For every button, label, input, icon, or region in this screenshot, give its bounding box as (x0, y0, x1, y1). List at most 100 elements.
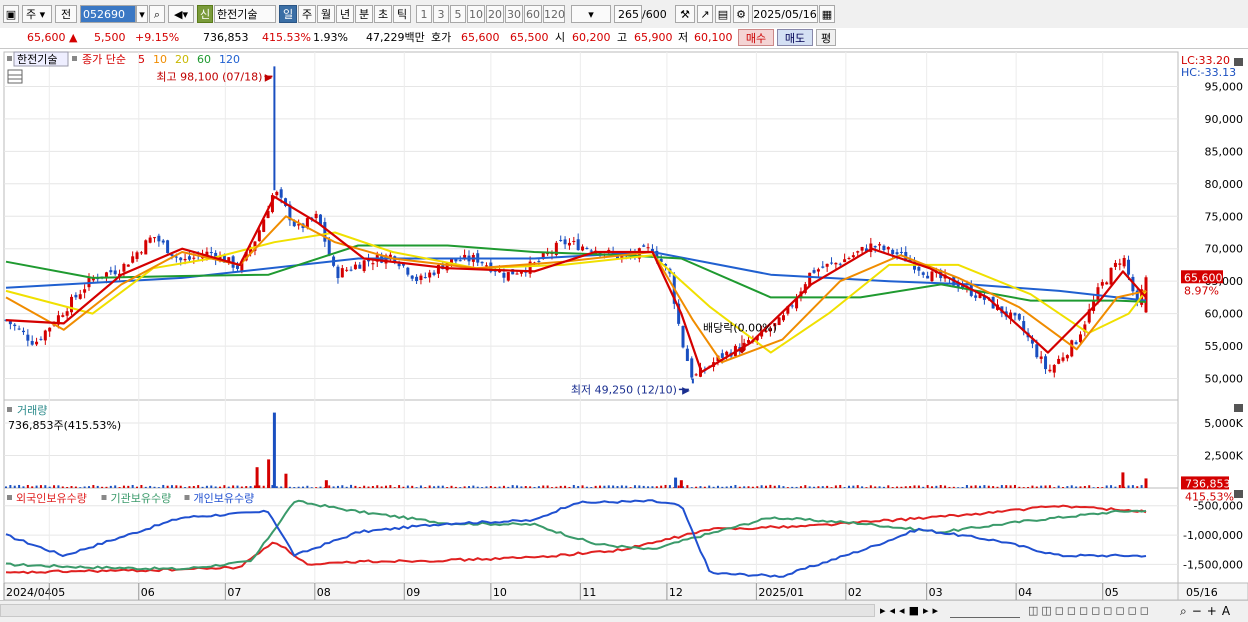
volume-bar (555, 486, 558, 488)
volume-bar (1110, 485, 1113, 488)
number-button-5[interactable]: 5 (450, 5, 466, 23)
volume-bar (625, 485, 628, 488)
candle-body (74, 294, 78, 298)
period-tab-6[interactable]: 틱 (393, 5, 411, 23)
code-input[interactable]: 052690 (80, 5, 136, 23)
candle-body (895, 252, 899, 255)
scope-select[interactable]: 전 (55, 5, 77, 23)
volume-bar (341, 485, 344, 488)
sell-button[interactable]: 매도 (777, 29, 813, 46)
volume-bar (44, 485, 47, 488)
draw-icon[interactable]: ↗ (697, 5, 713, 23)
candle-body (519, 271, 523, 274)
volume-bar (686, 485, 689, 488)
volume-bar (140, 485, 143, 488)
volume-bar (511, 485, 514, 488)
volume-bar (668, 485, 671, 488)
calendar-icon[interactable]: ▦ (819, 5, 835, 23)
period-tab-4[interactable]: 분 (355, 5, 373, 23)
candle-body (26, 334, 30, 341)
volume-bar (376, 485, 379, 488)
volume-bar (620, 485, 623, 488)
panel-close-icon[interactable] (1234, 490, 1243, 498)
number-button-20[interactable]: 20 (486, 5, 504, 23)
period-tab-1[interactable]: 주 (298, 5, 316, 23)
volume-bar (450, 485, 453, 488)
table-icon[interactable] (7, 69, 23, 84)
view-icons[interactable]: ◫◫◻◻◻◻◻◻◻◻ (1028, 604, 1152, 617)
candle-body (1035, 344, 1039, 358)
volume-bar (795, 486, 798, 488)
volume-bar (122, 485, 125, 488)
tools-icon[interactable]: ⚒ (675, 5, 695, 23)
date-input[interactable]: 2025/05/16 (752, 5, 818, 23)
save-icon[interactable]: ▤ (715, 5, 731, 23)
panel-close-icon[interactable] (1234, 404, 1243, 412)
volume-bar (197, 485, 200, 488)
number-button-3[interactable]: 3 (433, 5, 449, 23)
volume-bar (258, 485, 261, 488)
number-button-1[interactable]: 1 (416, 5, 432, 23)
speaker-icon[interactable]: ◀▾ (168, 5, 194, 23)
bottom-scrollbar[interactable]: ▸◂◂■▸▸ ◫◫◻◻◻◻◻◻◻◻ ⌕−+A (0, 600, 1248, 622)
zoom-icons[interactable]: ⌕−+A (1180, 604, 1235, 619)
layout-icon[interactable]: ▣ (3, 5, 19, 23)
legend-ma-5: 5 (138, 53, 145, 66)
zoom-slider[interactable] (950, 604, 1020, 618)
low-annotation: 최저 49,250 (12/10) (571, 383, 677, 396)
panel-close-icon[interactable] (1234, 58, 1243, 66)
volume-bar (219, 486, 222, 488)
volume-bar (550, 487, 553, 488)
gear-icon[interactable]: ⚙ (733, 5, 749, 23)
volume-bar (463, 486, 466, 488)
period-tab-3[interactable]: 년 (336, 5, 354, 23)
date-tick-label: 2024/04 (6, 586, 52, 599)
code-dropdown-icon[interactable]: ▾ (136, 5, 148, 23)
volume-bar (520, 486, 523, 488)
volume-bar (306, 485, 309, 488)
candle-body (790, 305, 794, 307)
candle-body (323, 222, 327, 242)
scroll-track[interactable] (0, 604, 875, 617)
high-annotation: 최고 98,100 (07/18) (156, 70, 262, 83)
volume-bar (1075, 486, 1078, 488)
volume-bar (633, 485, 636, 488)
volume-bar (716, 485, 719, 488)
number-button-120[interactable]: 120 (543, 5, 565, 23)
volume-bar (765, 485, 767, 488)
number-button-30[interactable]: 30 (505, 5, 523, 23)
volume-bar (564, 485, 567, 488)
buy-button[interactable]: 매수 (738, 29, 774, 46)
candle-body (825, 263, 829, 267)
average-button[interactable]: 평 (816, 29, 836, 46)
legend-stock-name[interactable]: 한전기술 (17, 53, 57, 66)
stock-name[interactable]: 한전기술 (214, 5, 276, 23)
volume-bar (948, 486, 951, 488)
scroll-controls[interactable]: ▸◂◂■▸▸ (880, 604, 942, 617)
volume-bar (53, 485, 56, 488)
count-input[interactable]: 265 (614, 5, 642, 23)
volume-bar (900, 486, 903, 488)
volume-bar (66, 486, 69, 488)
legend-square-icon (7, 56, 12, 61)
price-chart[interactable]: 50,00055,00060,00065,00070,00075,00080,0… (0, 48, 1248, 601)
volume-bar (485, 486, 488, 488)
volume-bar (175, 485, 178, 488)
period-tab-5[interactable]: 초 (374, 5, 392, 23)
volume-bar (808, 486, 811, 488)
search-icon[interactable]: ⌕ (149, 5, 165, 23)
number-button-10[interactable]: 10 (467, 5, 485, 23)
period-tab-0[interactable]: 일 (279, 5, 297, 23)
market-select[interactable]: 주 ▾ (22, 5, 52, 23)
volume-bar (136, 486, 139, 488)
volume-bar (782, 486, 785, 488)
number-button-60[interactable]: 60 (524, 5, 542, 23)
date-tick-label: 03 (929, 586, 943, 599)
candle-body (1070, 340, 1074, 357)
period-dropdown[interactable]: ▾ (571, 5, 611, 23)
period-tab-2[interactable]: 월 (317, 5, 335, 23)
volume-bar (157, 487, 160, 488)
volume-bar (568, 486, 571, 488)
volume-bar (1070, 485, 1073, 488)
volume-bar (529, 486, 532, 488)
